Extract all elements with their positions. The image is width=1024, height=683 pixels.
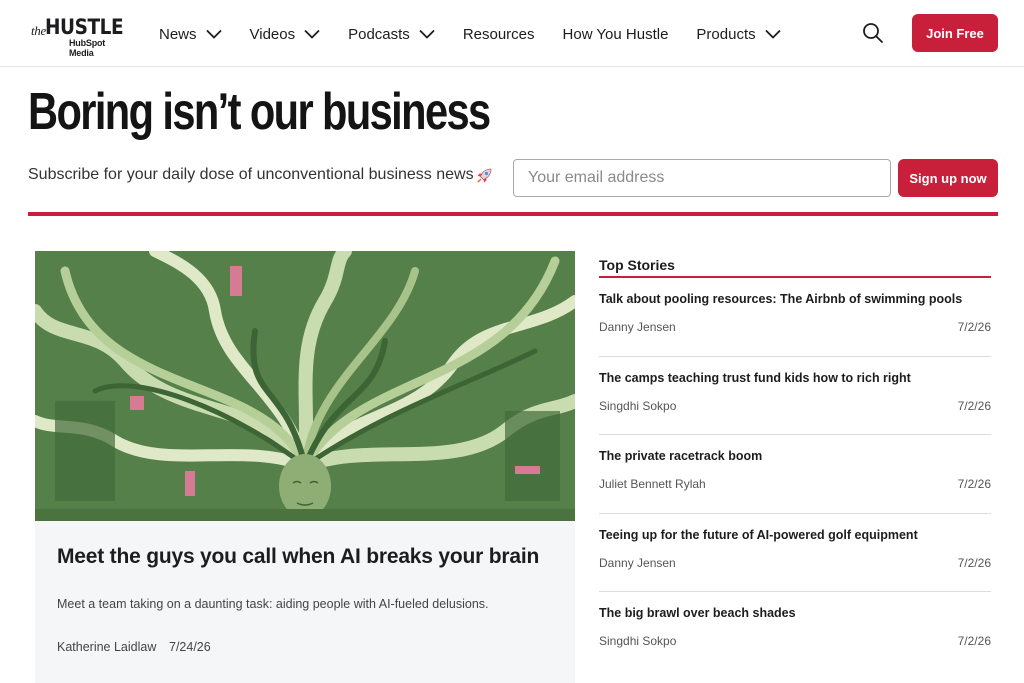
featured-article-title[interactable]: Meet the guys you call when AI breaks yo… (57, 545, 539, 569)
featured-article-card[interactable]: Meet the guys you call when AI breaks yo… (35, 251, 575, 683)
section-divider (28, 212, 998, 216)
story-date: 7/2/26 (957, 555, 991, 570)
story-title[interactable]: Teeing up for the future of AI-powered g… (599, 528, 918, 542)
featured-article-description: Meet a team taking on a daunting task: a… (57, 597, 489, 611)
logo-the-text: the (31, 23, 46, 38)
story-date: 7/2/26 (957, 477, 991, 491)
nav-item-resources[interactable]: Resources (463, 26, 535, 43)
story-date: 7/2/26 (957, 320, 991, 334)
story-title[interactable]: The big brawl over beach shades (599, 606, 796, 620)
story-author[interactable]: Danny Jensen (599, 320, 676, 334)
list-item[interactable]: The private racetrack boom Juliet Bennet… (599, 435, 991, 514)
story-title[interactable]: The private racetrack boom (599, 449, 762, 463)
logo-hubspot-media-text: HubSpot Media (69, 38, 106, 58)
nav-label: Podcasts (348, 25, 410, 43)
story-author[interactable]: Juliet Bennett Rylah (599, 477, 706, 491)
nav-label: News (159, 25, 197, 43)
join-free-button[interactable]: Join Free (912, 14, 998, 52)
nav-item-products[interactable]: Products (696, 25, 781, 43)
nav-label: How You Hustle (562, 25, 669, 43)
story-title[interactable]: Talk about pooling resources: The Airbnb… (599, 292, 962, 306)
search-icon[interactable] (862, 22, 884, 44)
chevron-down-icon (764, 29, 781, 39)
nav-item-videos[interactable]: Videos (250, 26, 321, 43)
nav-label: Products (696, 25, 756, 43)
chevron-down-icon (419, 29, 435, 39)
main-nav: News Videos Podcasts Resources How You H… (159, 22, 809, 46)
sign-up-now-button[interactable]: Sign up now (898, 159, 998, 197)
rocket-icon (474, 166, 494, 186)
top-stories-panel: Top Stories Talk about pooling resources… (599, 251, 991, 671)
story-author[interactable]: Singdhi Sokpo (599, 634, 676, 648)
site-header: the HUSTLE HubSpot Media News Videos Pod… (0, 0, 1024, 67)
story-author[interactable]: Danny Jensen (599, 556, 676, 570)
nav-label: Resources (462, 25, 535, 43)
chevron-down-icon (304, 29, 320, 39)
story-title[interactable]: The camps teaching trust fund kids how t… (599, 371, 911, 385)
the-hustle-logo[interactable]: the HUSTLE HubSpot Media (31, 15, 127, 58)
nav-item-news[interactable]: News (159, 26, 222, 43)
featured-article-author[interactable]: Katherine Laidlaw (57, 640, 156, 654)
story-date: 7/2/26 (957, 634, 991, 648)
page-title: Boring isn’t our business (28, 83, 491, 141)
list-item[interactable]: The camps teaching trust fund kids how t… (599, 357, 991, 435)
nav-label: Videos (249, 25, 296, 43)
email-input[interactable] (513, 159, 891, 197)
top-stories-heading: Top Stories (599, 251, 991, 278)
list-item[interactable]: The big brawl over beach shades Singdhi … (599, 592, 991, 671)
subscribe-text: Subscribe for your daily dose of unconve… (28, 166, 474, 183)
list-item[interactable]: Teeing up for the future of AI-powered g… (599, 514, 991, 592)
list-item[interactable]: Talk about pooling resources: The Airbnb… (599, 278, 991, 357)
story-author[interactable]: Singdhi Sokpo (599, 399, 676, 413)
featured-article-image[interactable] (35, 251, 575, 521)
nav-item-how-you-hustle[interactable]: How You Hustle (563, 26, 669, 43)
story-date: 7/2/26 (957, 398, 991, 413)
nav-item-podcasts[interactable]: Podcasts (348, 26, 435, 43)
featured-article-date: 7/24/26 (169, 640, 211, 654)
chevron-down-icon (205, 29, 222, 39)
logo-hustle-text: HUSTLE (45, 15, 124, 39)
